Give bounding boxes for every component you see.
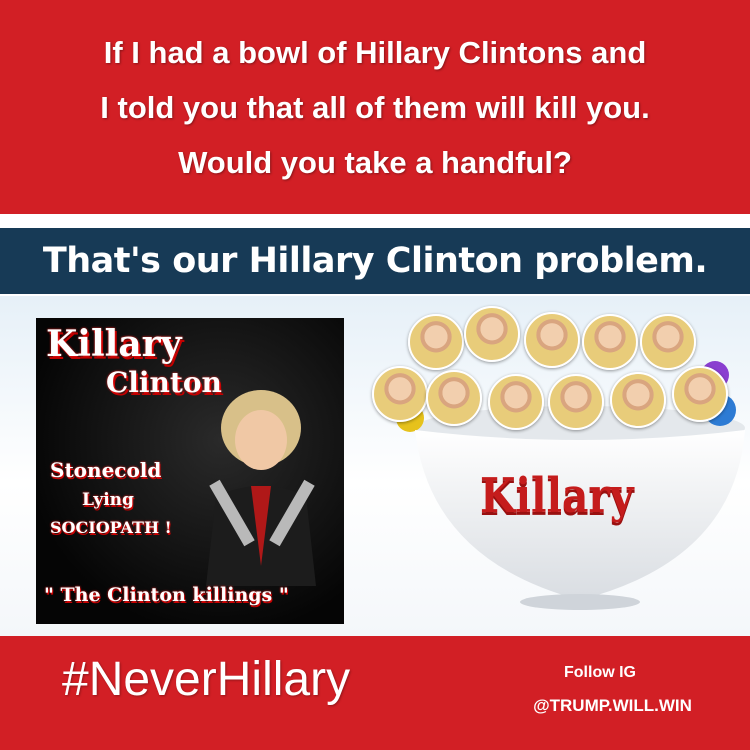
follow-label: Follow IG	[564, 664, 636, 681]
face-7	[426, 370, 482, 426]
face-10	[610, 372, 666, 428]
poster-line-stonecold: Stonecold	[50, 458, 162, 482]
separator	[0, 214, 750, 226]
hashtag[interactable]: #NeverHillary	[62, 652, 350, 707]
instagram-handle[interactable]: @TRUMP.WILL.WIN	[505, 696, 720, 716]
killary-poster: Killary Clinton Stonecold Lying SOCIOPAT…	[36, 318, 344, 624]
headline-line-3: Would you take a handful?	[178, 144, 572, 180]
face-5	[640, 314, 696, 370]
top-banner: If I had a bowl of Hillary Clintons and …	[0, 0, 750, 214]
face-6	[372, 366, 428, 422]
poster-line-sociopath: SOCIOPATH !	[50, 518, 172, 537]
poster-title-1: Killary	[46, 323, 182, 365]
face-2	[464, 306, 520, 362]
headline-line-2: I told you that all of them will kill yo…	[100, 89, 650, 125]
poster-quote: " The Clinton killings "	[44, 584, 289, 606]
face-4	[582, 314, 638, 370]
problem-band: That's our Hillary Clinton problem.	[0, 226, 750, 296]
problem-text: That's our Hillary Clinton problem.	[42, 241, 708, 281]
face-11	[672, 366, 728, 422]
face-8	[488, 374, 544, 430]
poster-line-lying: Lying	[82, 490, 134, 510]
figure-with-guns-illustration	[206, 390, 316, 586]
headline-line-1: If I had a bowl of Hillary Clintons and	[103, 34, 647, 70]
face-1	[408, 314, 464, 370]
bowl-label: Killary	[480, 468, 634, 524]
face-9	[548, 374, 604, 430]
face-3	[524, 312, 580, 368]
cereal-bowl	[360, 300, 750, 630]
